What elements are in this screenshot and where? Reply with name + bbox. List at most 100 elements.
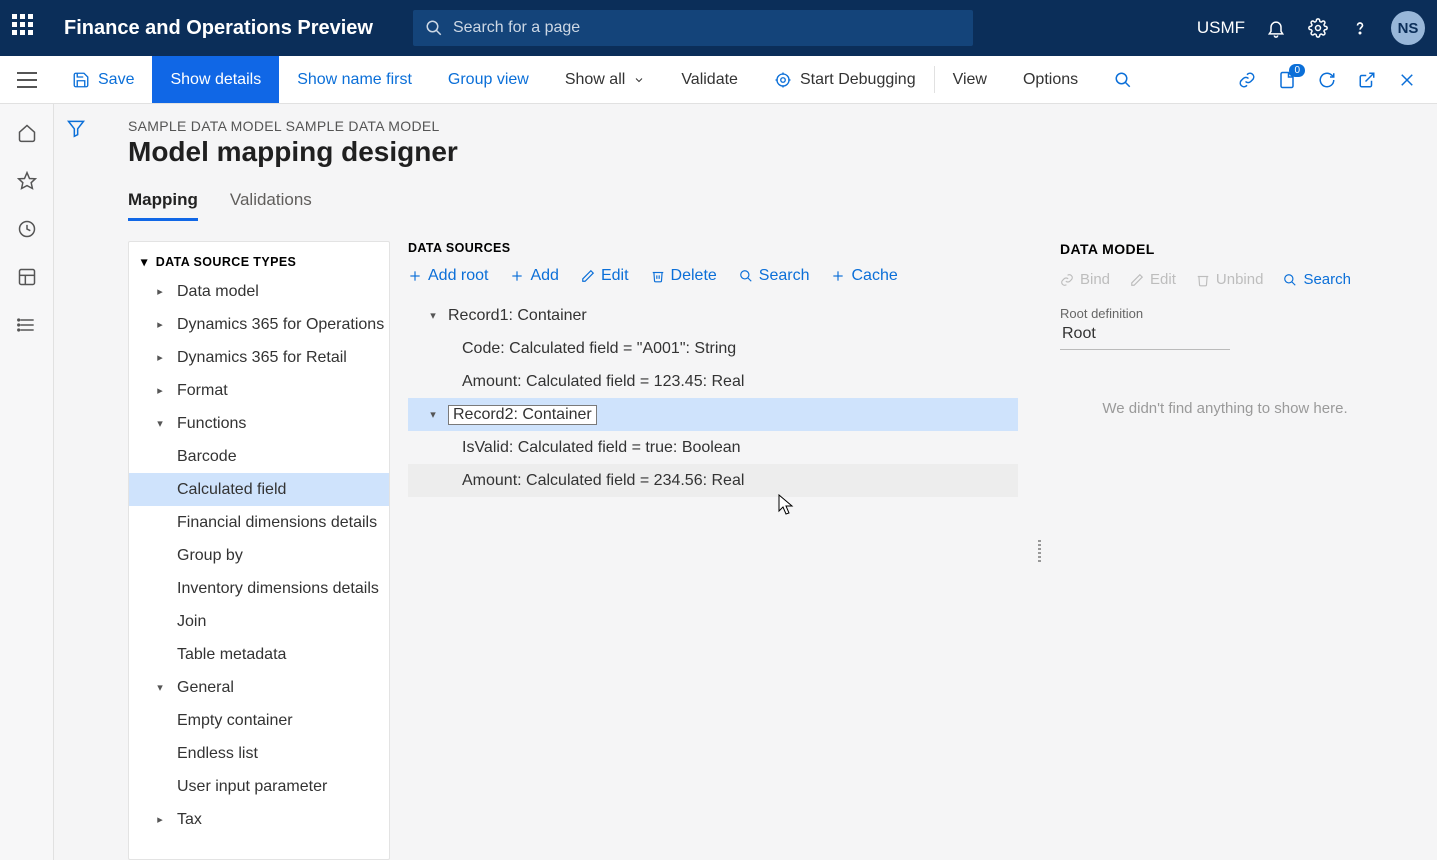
hamburger-icon[interactable] xyxy=(17,72,37,88)
tree-item[interactable]: ▸ Dynamics 365 for Retail xyxy=(129,341,389,374)
group-view-button[interactable]: Group view xyxy=(430,56,547,103)
caret-down-icon[interactable]: ▾ xyxy=(153,681,167,694)
caret-down-icon[interactable]: ▾ xyxy=(141,254,148,269)
caret-right-icon[interactable]: ▸ xyxy=(153,318,167,331)
notifications-icon[interactable] xyxy=(1265,17,1287,39)
show-name-first-button[interactable]: Show name first xyxy=(279,56,430,103)
tree-item[interactable]: ▸Format xyxy=(129,374,389,407)
ds-tree-item[interactable]: ▾Record1: Container xyxy=(408,299,1018,332)
search-icon xyxy=(1114,71,1132,89)
tab-validations[interactable]: Validations xyxy=(230,190,312,221)
save-label: Save xyxy=(98,71,134,89)
tree-item-label: Tax xyxy=(177,811,202,829)
body: SAMPLE DATA MODEL SAMPLE DATA MODEL Mode… xyxy=(0,104,1437,860)
search-dm-button[interactable]: Search xyxy=(1283,271,1351,288)
splitter[interactable] xyxy=(1036,241,1042,860)
caret-right-icon[interactable]: ▸ xyxy=(153,351,167,364)
global-search[interactable] xyxy=(413,10,973,46)
tree-item-label: Dynamics 365 for Retail xyxy=(177,349,347,367)
tree-item[interactable]: Empty container xyxy=(129,704,389,737)
modules-icon[interactable] xyxy=(16,314,38,336)
tree-item[interactable]: Inventory dimensions details xyxy=(129,572,389,605)
caret-right-icon[interactable]: ▸ xyxy=(153,285,167,298)
topbar: Finance and Operations Preview USMF NS xyxy=(0,0,1437,56)
debug-icon xyxy=(774,71,792,89)
close-icon[interactable] xyxy=(1397,70,1417,90)
caret-right-icon[interactable]: ▸ xyxy=(153,384,167,397)
delete-button[interactable]: Delete xyxy=(651,267,717,285)
tree-item[interactable]: ▸ Tax xyxy=(129,803,389,836)
favorites-star-icon[interactable] xyxy=(16,170,38,192)
start-debugging-button[interactable]: Start Debugging xyxy=(756,56,934,103)
refresh-icon[interactable] xyxy=(1317,70,1337,90)
filter-column xyxy=(54,104,98,860)
caret-down-icon[interactable]: ▾ xyxy=(426,309,440,322)
home-icon[interactable] xyxy=(16,122,38,144)
root-definition-value[interactable]: Root xyxy=(1060,321,1230,350)
show-details-button[interactable]: Show details xyxy=(152,56,279,103)
show-all-dropdown[interactable]: Show all xyxy=(547,56,663,103)
filter-icon[interactable] xyxy=(66,118,86,860)
user-avatar[interactable]: NS xyxy=(1391,11,1425,45)
search-button[interactable]: Search xyxy=(739,267,810,285)
chevron-down-icon xyxy=(633,74,645,86)
tree-item[interactable]: User input parameter xyxy=(129,770,389,803)
workspaces-icon[interactable] xyxy=(16,266,38,288)
link-icon[interactable] xyxy=(1237,70,1257,90)
tree-item[interactable]: Group by xyxy=(129,539,389,572)
data-sources-panel: DATA SOURCES Add root Add Edit Delete Se… xyxy=(408,241,1018,860)
add-button[interactable]: Add xyxy=(510,267,558,285)
data-sources-header: DATA SOURCES xyxy=(408,241,1018,255)
data-source-types-panel: ▾ DATA SOURCE TYPES ▸Data model▸Dynamics… xyxy=(128,241,390,860)
tree-item[interactable]: Endless list xyxy=(129,737,389,770)
page-title: Model mapping designer xyxy=(128,136,1437,168)
options-menu[interactable]: Options xyxy=(1005,56,1096,103)
edit-dm-button[interactable]: Edit xyxy=(1130,271,1176,288)
bind-button[interactable]: Bind xyxy=(1060,271,1110,288)
breadcrumb: SAMPLE DATA MODEL SAMPLE DATA MODEL xyxy=(128,118,1437,134)
tree-item-label: Functions xyxy=(177,415,246,433)
validate-button[interactable]: Validate xyxy=(663,56,756,103)
document-icon[interactable]: 0 xyxy=(1277,70,1297,90)
ds-tree-item[interactable]: ▾ Record2: Container xyxy=(408,398,1018,431)
caret-right-icon[interactable]: ▸ xyxy=(153,813,167,826)
tree-item[interactable]: Table metadata xyxy=(129,638,389,671)
cache-button[interactable]: Cache xyxy=(831,267,897,285)
tree-item[interactable]: Calculated field xyxy=(129,473,389,506)
settings-gear-icon[interactable] xyxy=(1307,17,1329,39)
ds-tree-item[interactable]: Code: Calculated field = "A001": String xyxy=(408,332,1018,365)
ds-tree-item[interactable]: Amount: Calculated field = 234.56: Real xyxy=(408,464,1018,497)
tree-item[interactable]: Financial dimensions details xyxy=(129,506,389,539)
tree-item[interactable]: ▸Dynamics 365 for Operations xyxy=(129,308,389,341)
ds-tree-item-label: Record2: Container xyxy=(448,405,597,425)
root-definition-label: Root definition xyxy=(1060,306,1390,321)
view-menu[interactable]: View xyxy=(935,56,1005,103)
ds-tree-item[interactable]: Amount: Calculated field = 123.45: Real xyxy=(408,365,1018,398)
save-button[interactable]: Save xyxy=(54,56,152,103)
tree-item[interactable]: Barcode xyxy=(129,440,389,473)
help-icon[interactable] xyxy=(1349,17,1371,39)
main-content: SAMPLE DATA MODEL SAMPLE DATA MODEL Mode… xyxy=(98,104,1437,860)
tab-mapping[interactable]: Mapping xyxy=(128,190,198,221)
empty-state-text: We didn't find anything to show here. xyxy=(1060,400,1390,417)
recent-clock-icon[interactable] xyxy=(16,218,38,240)
company-code[interactable]: USMF xyxy=(1197,18,1245,38)
app-launcher-icon[interactable] xyxy=(12,14,40,42)
save-icon xyxy=(72,71,90,89)
tree-item[interactable]: ▾ General xyxy=(129,671,389,704)
tabs: Mapping Validations xyxy=(128,190,1437,221)
tree-item[interactable]: Join xyxy=(129,605,389,638)
unbind-button[interactable]: Unbind xyxy=(1196,271,1264,288)
edit-button[interactable]: Edit xyxy=(581,267,629,285)
caret-down-icon[interactable]: ▾ xyxy=(153,417,167,430)
ds-tree-item[interactable]: IsValid: Calculated field = true: Boolea… xyxy=(408,431,1018,464)
add-root-button[interactable]: Add root xyxy=(408,267,488,285)
tree-item-label: General xyxy=(177,679,234,697)
popout-icon[interactable] xyxy=(1357,70,1377,90)
caret-down-icon[interactable]: ▾ xyxy=(426,408,440,421)
global-search-input[interactable] xyxy=(453,19,961,37)
tree-item[interactable]: ▸Data model xyxy=(129,275,389,308)
tree-item[interactable]: ▾ Functions xyxy=(129,407,389,440)
search-command-button[interactable] xyxy=(1096,56,1150,103)
document-badge: 0 xyxy=(1289,64,1305,77)
